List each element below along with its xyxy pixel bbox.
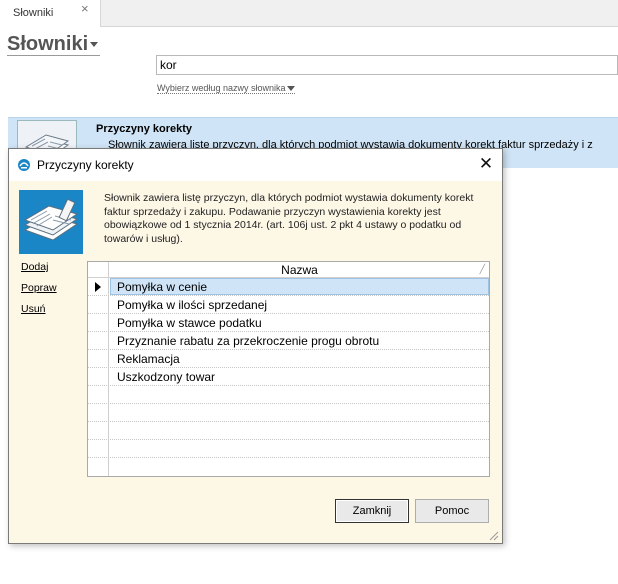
row-indicator [88, 278, 109, 296]
dialog-title: Przyczyny korekty [37, 158, 134, 172]
table-cell: Pomyłka w ilości sprzedanej [117, 298, 268, 312]
row-indicator [88, 386, 109, 404]
page-title[interactable]: Słowniki [7, 33, 99, 56]
dictionary-book-icon [19, 190, 83, 254]
grid-header-indicator [88, 262, 109, 278]
resize-grip-icon[interactable] [487, 529, 499, 541]
row-indicator [88, 314, 109, 332]
dialog-titlebar[interactable]: Przyczyny korekty ✕ [9, 149, 502, 181]
row-indicator [88, 332, 109, 350]
dialog-body: Słownik zawiera listę przyczyn, dla któr… [9, 181, 502, 543]
row-indicator [88, 350, 109, 368]
reasons-grid: Nazwa ╱ Pomyłka w cenie Pomyłka w ilości… [87, 261, 490, 477]
row-indicator [88, 458, 109, 476]
table-row[interactable]: Pomyłka w cenie [88, 278, 489, 296]
page-title-text: Słowniki [7, 33, 89, 55]
table-row[interactable]: Reklamacja [88, 350, 489, 368]
chevron-down-icon [287, 86, 296, 92]
chevron-down-icon [90, 42, 99, 48]
empty-row [88, 404, 489, 422]
delete-link[interactable]: Usuń [21, 303, 57, 315]
sort-icon: ╱ [479, 264, 485, 274]
tab-close-icon[interactable]: × [81, 1, 89, 16]
current-row-arrow-icon [95, 282, 101, 292]
empty-row [88, 386, 489, 404]
row-indicator [88, 368, 109, 386]
column-header-nazwa[interactable]: Nazwa [110, 263, 489, 277]
empty-row [88, 458, 489, 476]
tab-strip: Słowniki × [0, 0, 618, 27]
empty-row [88, 422, 489, 440]
tab-label: Słowniki [13, 7, 54, 19]
help-button[interactable]: Pomoc [415, 499, 489, 523]
table-row[interactable]: Uszkodzony towar [88, 368, 489, 386]
filter-label: Wybierz według nazwy słownika [157, 83, 286, 93]
filter-dropdown[interactable]: Wybierz według nazwy słownika [157, 83, 296, 94]
close-button[interactable]: Zamknij [335, 499, 409, 523]
row-indicator [88, 440, 109, 458]
result-title: Przyczyny korekty [96, 123, 192, 135]
table-row[interactable]: Przyznanie rabatu za przekroczenie progu… [88, 332, 489, 350]
table-row[interactable]: Pomyłka w stawce podatku [88, 314, 489, 332]
table-cell: Reklamacja [117, 352, 180, 366]
app-logo-icon [17, 158, 31, 172]
divider [7, 55, 100, 56]
table-cell: Przyznanie rabatu za przekroczenie progu… [117, 334, 380, 348]
action-links: Dodaj Popraw Usuń [21, 261, 57, 324]
close-icon[interactable]: ✕ [475, 153, 497, 175]
add-link[interactable]: Dodaj [21, 261, 57, 273]
table-cell: Pomyłka w stawce podatku [117, 316, 262, 330]
tab-slowniki[interactable]: Słowniki × [0, 0, 101, 27]
grid-header: Nazwa ╱ [88, 262, 489, 278]
row-indicator [88, 296, 109, 314]
dialog-description: Słownik zawiera listę przyczyn, dla któr… [104, 192, 474, 245]
empty-row [88, 440, 489, 458]
app-window: Słowniki × Słowniki Wybierz według nazwy… [0, 0, 618, 584]
row-indicator [88, 404, 109, 422]
edit-link[interactable]: Popraw [21, 282, 57, 294]
table-cell: Pomyłka w cenie [117, 280, 208, 294]
row-indicator [88, 422, 109, 440]
dictionary-dialog: Przyczyny korekty ✕ Słownik zawiera list… [8, 148, 503, 544]
table-row[interactable]: Pomyłka w ilości sprzedanej [88, 296, 489, 314]
search-input[interactable] [156, 55, 618, 75]
table-cell: Uszkodzony towar [117, 370, 216, 384]
